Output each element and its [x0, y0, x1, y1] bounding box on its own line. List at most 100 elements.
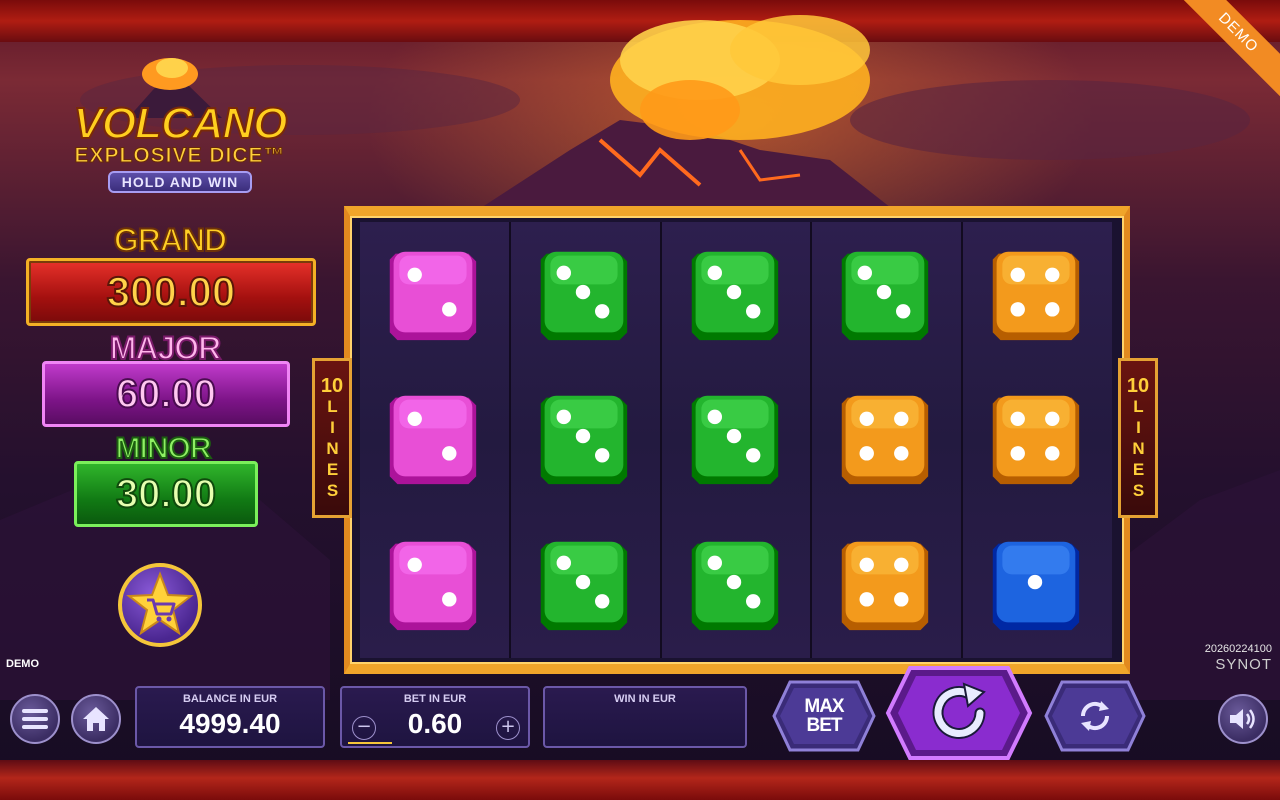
die-pip — [556, 265, 571, 281]
die-pip — [707, 555, 722, 571]
reel-column — [963, 222, 1112, 658]
orange-die-4 — [842, 395, 929, 485]
die-pip — [859, 411, 875, 426]
die-pip — [407, 557, 422, 572]
die-pip — [407, 267, 422, 282]
logo-title: VOLCANO — [73, 99, 289, 149]
balance-label: BALANCE IN EUR — [182, 693, 278, 705]
reel-grid — [360, 222, 1112, 658]
orange-die-4 — [842, 541, 929, 631]
die-pip — [859, 446, 875, 461]
die-pip — [575, 428, 590, 444]
green-die-3 — [842, 251, 929, 341]
die-pip — [442, 302, 457, 317]
win-panel: WIN IN EUR — [543, 686, 747, 748]
die-pip — [877, 284, 892, 300]
max-bet-label: MAX BET — [804, 696, 844, 736]
orange-die-4 — [992, 395, 1080, 485]
fire-border-bottom — [0, 760, 1280, 800]
reel-column — [360, 222, 511, 658]
bet-label: BET IN EUR — [403, 693, 467, 705]
max-bet-line2: BET — [806, 715, 842, 736]
die-pip — [894, 592, 909, 607]
die-pip — [556, 409, 571, 425]
die-pip — [1010, 302, 1026, 317]
green-die-3 — [540, 541, 627, 631]
orange-die-4 — [992, 251, 1080, 341]
logo-subtitle: EXPLOSIVE DICE™ — [74, 144, 286, 168]
die-pip — [1010, 411, 1026, 426]
grand-jackpot-label: GRAND — [113, 221, 228, 259]
win-label: WIN IN EUR — [614, 693, 676, 705]
lines-word: LINES — [323, 396, 342, 502]
die-pip — [1010, 446, 1026, 461]
green-die-3 — [691, 251, 778, 341]
die-pip — [894, 557, 909, 572]
die-pip — [707, 409, 722, 425]
balance-panel: BALANCE IN EUR 4999.40 — [135, 686, 325, 748]
lines-count: 10 — [1126, 374, 1150, 397]
green-die-3 — [540, 251, 627, 341]
major-jackpot-value: 60.00 — [42, 361, 290, 427]
menu-icon — [22, 709, 48, 729]
buy-feature-button[interactable] — [118, 563, 202, 647]
die-pip — [896, 304, 911, 319]
bet-increase-button[interactable]: + — [496, 716, 520, 740]
spin-button[interactable] — [884, 664, 1034, 762]
cart-star-icon — [126, 571, 194, 636]
grand-jackpot-value: 300.00 — [26, 258, 316, 326]
menu-button[interactable] — [10, 694, 60, 744]
green-die-3 — [540, 395, 627, 485]
die-pip — [1010, 267, 1026, 282]
reel-column — [510, 222, 662, 658]
sound-icon — [1230, 709, 1255, 729]
die-pip — [894, 411, 909, 426]
lines-count: 10 — [320, 374, 344, 397]
bet-underline — [348, 742, 392, 744]
pink-die-2 — [389, 541, 477, 631]
autoplay-icon — [1080, 701, 1110, 731]
die-pip — [1045, 446, 1060, 461]
die-pip — [726, 574, 741, 590]
sound-button[interactable] — [1218, 694, 1268, 744]
minor-jackpot-value: 30.00 — [74, 461, 258, 527]
die-pip — [594, 448, 610, 463]
die-pip — [726, 428, 741, 444]
max-bet-line1: MAX — [804, 696, 844, 717]
die-pip — [745, 594, 760, 609]
bet-decrease-button[interactable]: − — [352, 716, 376, 740]
green-die-3 — [691, 395, 778, 485]
lines-word: LINES — [1129, 396, 1148, 502]
die-pip — [407, 411, 422, 426]
game-logo: VOLCANO EXPLOSIVE DICE™ HOLD AND WIN — [60, 99, 300, 193]
home-button[interactable] — [71, 694, 121, 744]
die-pip — [859, 592, 875, 607]
reel-column — [812, 222, 964, 658]
pink-die-2 — [389, 251, 477, 341]
home-icon — [83, 707, 109, 731]
bet-panel: BET IN EUR 0.60 − + — [340, 686, 530, 748]
die-pip — [726, 284, 741, 300]
logo-pill: HOLD AND WIN — [107, 171, 253, 193]
die-pip — [745, 304, 760, 319]
die-pip — [1027, 574, 1043, 590]
die-pip — [859, 557, 875, 572]
die-pip — [707, 265, 722, 281]
green-die-3 — [691, 541, 778, 631]
die-pip — [575, 574, 590, 590]
balance-value: 4999.40 — [179, 708, 281, 739]
lines-indicator-left: 10 LINES — [312, 358, 352, 518]
die-pip — [594, 304, 610, 319]
pink-die-2 — [389, 395, 477, 485]
autoplay-button[interactable] — [1044, 678, 1146, 754]
die-pip — [594, 594, 610, 609]
die-pip — [1045, 302, 1060, 317]
provider-brand: SYNOT — [1215, 656, 1272, 673]
die-pip — [1045, 411, 1060, 426]
die-pip — [442, 446, 457, 461]
die-pip — [857, 265, 873, 281]
max-bet-button[interactable]: MAX BET — [772, 678, 876, 754]
blue-die-1 — [992, 541, 1080, 631]
build-id: 20260224100 — [1204, 643, 1272, 655]
die-pip — [1045, 267, 1060, 282]
